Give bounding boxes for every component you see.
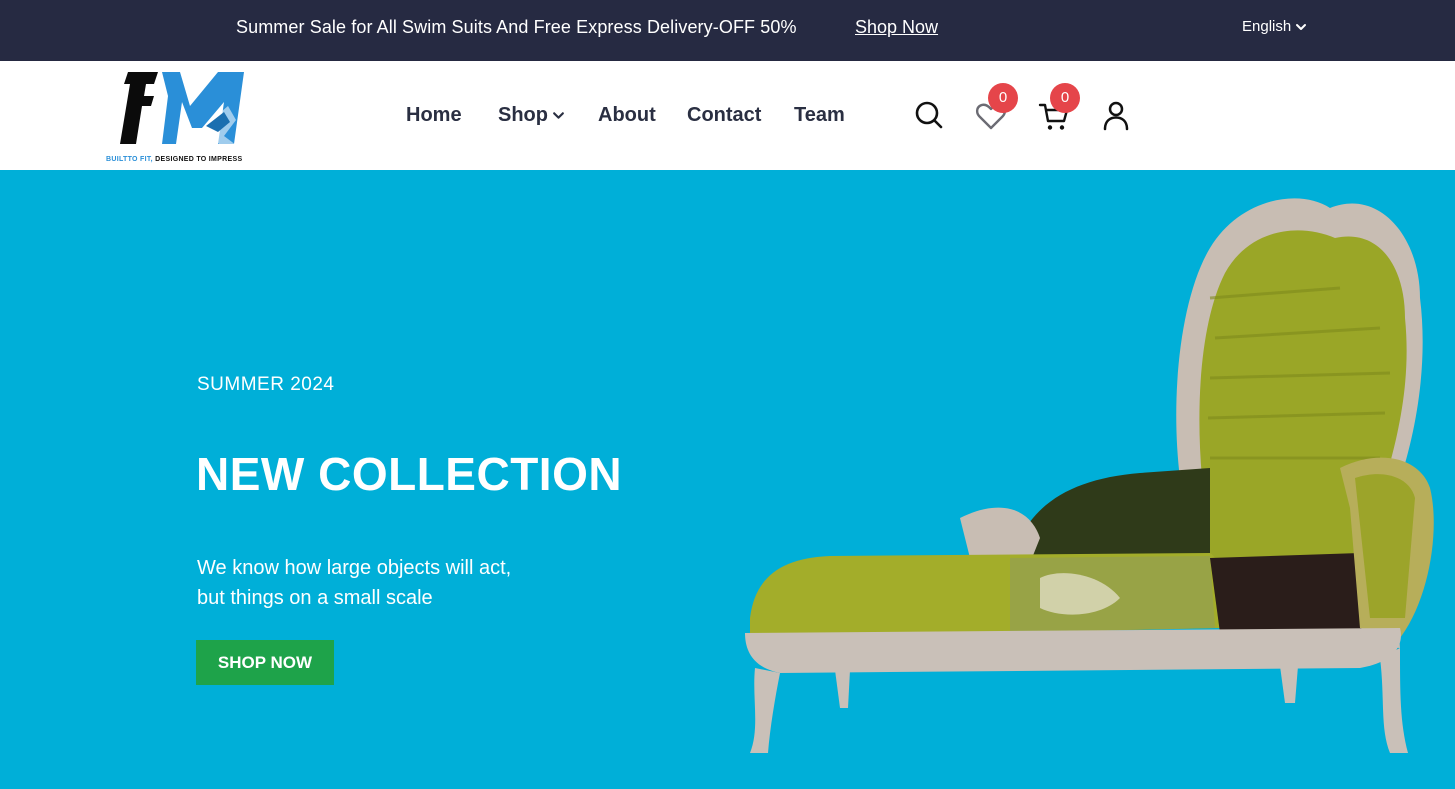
promo-bar: Summer Sale for All Swim Suits And Free … xyxy=(0,0,1455,61)
shop-now-button[interactable]: SHOP NOW xyxy=(196,640,334,685)
logo-tagline: BUILTTO FIT, DESIGNED TO IMPRESS xyxy=(106,156,243,163)
logo-mark xyxy=(120,72,244,150)
logo[interactable]: BUILTTO FIT, DESIGNED TO IMPRESS xyxy=(106,66,250,166)
language-selector[interactable]: English xyxy=(1242,18,1307,35)
chevron-down-icon xyxy=(1296,23,1307,30)
cart-count-badge: 0 xyxy=(1050,83,1080,113)
promo-text: Summer Sale for All Swim Suits And Free … xyxy=(236,17,797,37)
wishlist-button[interactable]: 0 xyxy=(975,83,1018,131)
search-button[interactable] xyxy=(914,100,944,130)
promo-shop-now-link[interactable]: Shop Now xyxy=(855,17,938,38)
language-label: English xyxy=(1242,18,1292,35)
cart-button[interactable]: 0 xyxy=(1038,83,1080,133)
hero-season: SUMMER 2024 xyxy=(197,374,335,395)
hero-description: We know how large objects will act, but … xyxy=(197,557,512,609)
nav-team[interactable]: Team xyxy=(794,104,845,127)
nav-home[interactable]: Home xyxy=(406,104,462,127)
nav-contact[interactable]: Contact xyxy=(687,104,761,127)
hero-product-image xyxy=(745,198,1434,753)
site-header: BUILTTO FIT, DESIGNED TO IMPRESS Home Sh… xyxy=(0,61,1455,170)
wishlist-count-badge: 0 xyxy=(988,83,1018,113)
chevron-down-icon xyxy=(553,112,564,119)
nav-about[interactable]: About xyxy=(598,104,656,127)
hero-banner: SUMMER 2024 NEW COLLECTION We know how l… xyxy=(0,170,1455,789)
user-icon xyxy=(1103,101,1129,131)
hero-title: NEW COLLECTION xyxy=(196,448,623,500)
nav-shop[interactable]: Shop xyxy=(498,104,565,127)
search-icon xyxy=(915,101,943,129)
account-button[interactable] xyxy=(1102,101,1130,131)
